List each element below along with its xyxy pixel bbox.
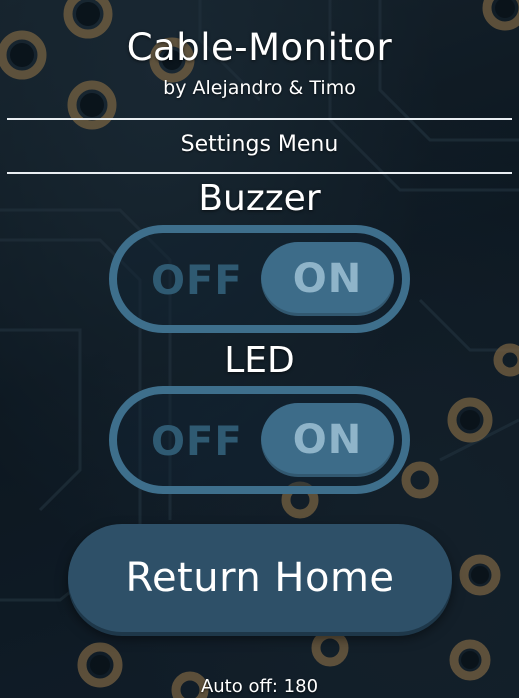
divider-bottom (7, 172, 512, 174)
return-home-button[interactable]: Return Home (68, 524, 452, 632)
buzzer-toggle[interactable]: OFF ON (109, 225, 410, 333)
buzzer-off-option[interactable]: OFF (151, 258, 243, 304)
settings-screen: Cable-Monitor by Alejandro & Timo Settin… (0, 0, 519, 698)
settings-menu-title: Settings Menu (180, 132, 339, 157)
led-on-option[interactable]: ON (261, 417, 394, 463)
auto-off-status: Auto off: 180 (200, 676, 319, 697)
led-toggle[interactable]: OFF ON (109, 386, 410, 494)
app-subtitle: by Alejandro & Timo (163, 77, 356, 99)
led-off-option[interactable]: OFF (151, 419, 243, 465)
buzzer-on-option[interactable]: ON (261, 256, 394, 302)
buzzer-label: Buzzer (198, 178, 321, 219)
divider-top (7, 118, 512, 120)
app-title: Cable-Monitor (126, 26, 393, 69)
led-label: LED (224, 340, 295, 381)
led-toggle-knob[interactable]: ON (261, 403, 394, 477)
buzzer-toggle-knob[interactable]: ON (261, 242, 394, 316)
